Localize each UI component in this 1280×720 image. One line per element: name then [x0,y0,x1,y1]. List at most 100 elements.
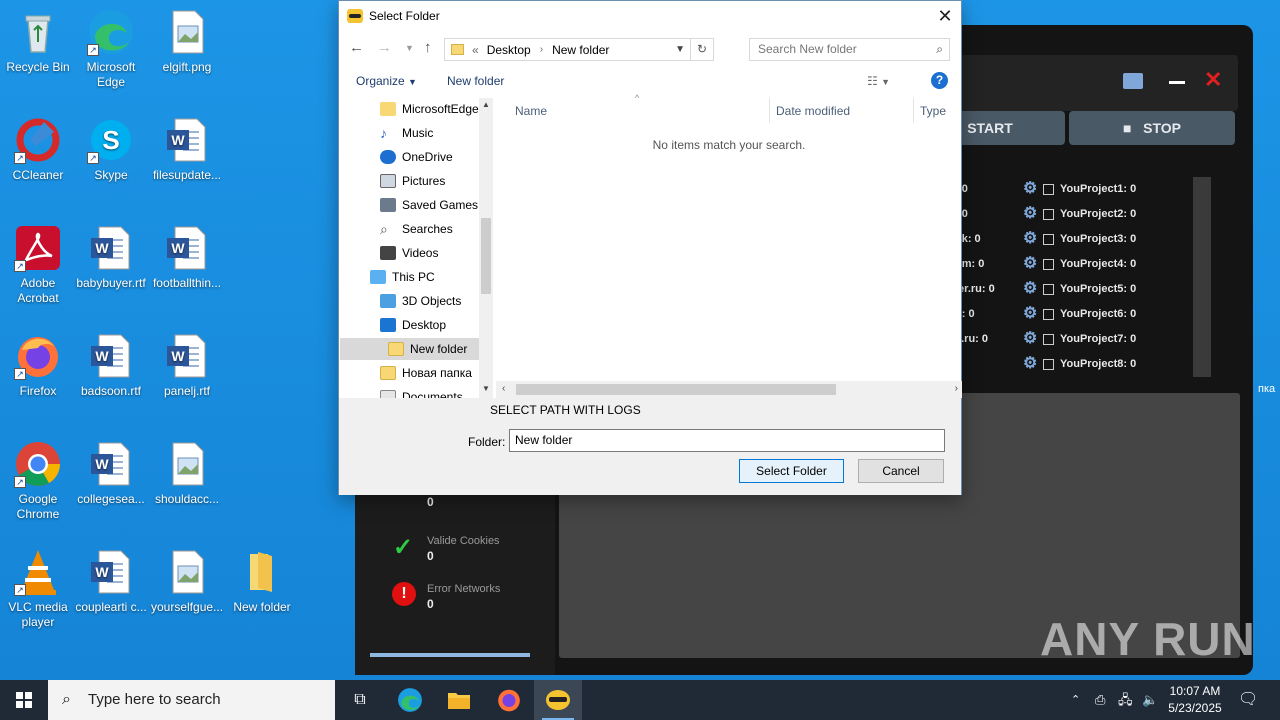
taskbar-active-app[interactable] [534,680,582,720]
project-row[interactable]: ⚙ YouProject2: 0 [1023,204,1136,224]
gear-icon[interactable]: ⚙ [1023,304,1039,324]
search-input[interactable]: Search New folder ⌕ [749,38,950,61]
desktop-icon-vlc[interactable]: ↗ VLC media player [0,548,76,630]
refresh-icon[interactable]: ↻ [690,39,713,60]
column-separator[interactable] [913,98,914,123]
desktop-icon-couplearti[interactable]: W couplearti c... [73,548,149,615]
desktop-icon-new-folder[interactable]: New folder [224,548,300,615]
tree-item-selected[interactable]: New folder [340,338,480,360]
tree-scrollbar[interactable]: ▲ ▼ [479,98,493,398]
desktop-icon-skype[interactable]: S ↗ Skype [73,116,149,183]
desktop-icon-google-chrome[interactable]: ↗ Google Chrome [0,440,76,522]
desktop-icon-babybuyer[interactable]: W babybuyer.rtf [73,224,149,291]
tree-item[interactable]: Videos [380,242,438,264]
address-bar[interactable]: « Desktop › New folder ▼ ↻ [444,38,714,61]
scroll-right-icon[interactable]: › [955,383,958,394]
taskbar-search[interactable]: ⌕ Type here to search [48,680,335,720]
notifications-icon[interactable]: 🗨 [1238,680,1258,720]
network-device-icon[interactable]: ⎙ [1095,680,1105,720]
project-checkbox[interactable] [1043,358,1054,370]
network-icon[interactable]: 🖧 [1118,680,1133,720]
desktop-icon-collegesea[interactable]: W collegesea... [73,440,149,507]
gear-icon[interactable]: ⚙ [1023,204,1039,224]
desktop-icon-filesupdate[interactable]: W filesupdate... [149,116,225,183]
desktop-icon-ccleaner[interactable]: ↗ CCleaner [0,116,76,183]
project-checkbox[interactable] [1043,233,1054,245]
project-checkbox[interactable] [1043,258,1054,270]
close-icon[interactable]: ✕ [1204,67,1222,93]
desktop-icon-elgift[interactable]: elgift.png [149,8,225,75]
tree-item[interactable]: Pictures [380,170,445,192]
tree-item[interactable]: This PC [370,266,435,288]
project-row[interactable]: ⚙ YouProject3: 0 [1023,229,1136,249]
column-date-modified[interactable]: Date modified [776,104,850,118]
desktop-icon-shouldacc[interactable]: shouldacc... [149,440,225,507]
stop-button[interactable]: ■ STOP [1069,111,1235,145]
desktop-icon-microsoft-edge[interactable]: ↗ Microsoft Edge [73,8,149,90]
gear-icon[interactable]: ⚙ [1023,354,1039,374]
system-clock[interactable]: 10:07 AM 5/23/2025 [1160,683,1230,717]
breadcrumb-desktop[interactable]: Desktop [487,43,531,57]
new-folder-button[interactable]: New folder [447,74,504,88]
column-separator[interactable] [769,98,770,123]
tree-item[interactable]: Saved Games [380,194,478,216]
project-row[interactable]: ⚙ YouProject1: 0 [1023,179,1136,199]
chevron-down-icon[interactable]: ▼ [675,44,685,55]
desktop-icon-badsoon[interactable]: W badsoon.rtf [73,332,149,399]
project-checkbox[interactable] [1043,308,1054,320]
tree-item[interactable]: OneDrive [380,146,453,168]
project-row[interactable]: ⚙ YouProject8: 0 [1023,354,1136,374]
taskbar-file-explorer[interactable] [435,680,483,720]
tree-item[interactable]: MicrosoftEdge [380,98,479,120]
tree-item[interactable]: Documents [380,386,463,398]
organize-button[interactable]: Organize ▼ [356,74,417,88]
project-checkbox[interactable] [1043,283,1054,295]
desktop-icon-firefox[interactable]: ↗ Firefox [0,332,76,399]
cancel-button[interactable]: Cancel [858,459,944,483]
scroll-up-icon[interactable]: ▲ [482,100,490,109]
project-checkbox[interactable] [1043,208,1054,220]
scroll-left-icon[interactable]: ‹ [502,383,505,394]
horizontal-scrollbar[interactable]: ‹ › [496,381,962,398]
volume-icon[interactable]: 🔈 [1142,680,1158,720]
taskbar-firefox[interactable] [485,680,533,720]
desktop-icon-recycle-bin[interactable]: Recycle Bin [0,8,76,75]
project-row[interactable]: ⚙ YouProject7: 0 [1023,329,1136,349]
project-checkbox[interactable] [1043,333,1054,345]
scrollbar-thumb[interactable] [516,384,836,395]
scrollbar-thumb[interactable] [481,218,491,294]
desktop-icon-adobe-acrobat[interactable]: ↗ Adobe Acrobat [0,224,76,306]
start-button[interactable] [0,680,48,720]
close-button[interactable]: ✕ [929,1,961,31]
select-folder-button[interactable]: Select Folder [739,459,844,483]
column-type[interactable]: Type [920,104,946,118]
gear-icon[interactable]: ⚙ [1023,229,1039,249]
desktop-icon-yourselfgue[interactable]: yourselfgue... [149,548,225,615]
gear-icon[interactable]: ⚙ [1023,179,1039,199]
gear-icon[interactable]: ⚙ [1023,279,1039,299]
folder-icon[interactable] [1123,73,1143,89]
taskbar-edge[interactable] [386,680,434,720]
minimize-icon[interactable] [1169,81,1185,84]
forward-icon[interactable]: → [377,39,392,56]
column-name[interactable]: Name [515,104,547,118]
tree-item[interactable]: Desktop [380,314,446,336]
folder-name-input[interactable]: New folder [509,429,945,452]
project-row[interactable]: ⚙ YouProject4: 0 [1023,254,1136,274]
back-icon[interactable]: ← [349,39,364,56]
tree-item[interactable]: Новая папка [380,362,472,384]
gear-icon[interactable]: ⚙ [1023,254,1039,274]
recent-locations-icon[interactable]: ▼ [405,43,414,53]
desktop-icon-footballthin[interactable]: W footballthin... [149,224,225,291]
project-scrollbar[interactable] [1193,177,1211,377]
project-checkbox[interactable] [1043,183,1054,195]
tree-item[interactable]: ⌕ Searches [380,218,453,240]
desktop-icon-panelj[interactable]: W panelj.rtf [149,332,225,399]
help-icon[interactable]: ? [931,72,948,89]
show-hidden-icons[interactable]: ⌃ [1071,680,1080,720]
project-row[interactable]: ⚙ YouProject6: 0 [1023,304,1136,324]
address-overflow[interactable]: « [472,43,479,57]
project-row[interactable]: ⚙ YouProject5: 0 [1023,279,1136,299]
breadcrumb-new-folder[interactable]: New folder [552,43,609,57]
tree-item[interactable]: ♪ Music [380,122,433,144]
